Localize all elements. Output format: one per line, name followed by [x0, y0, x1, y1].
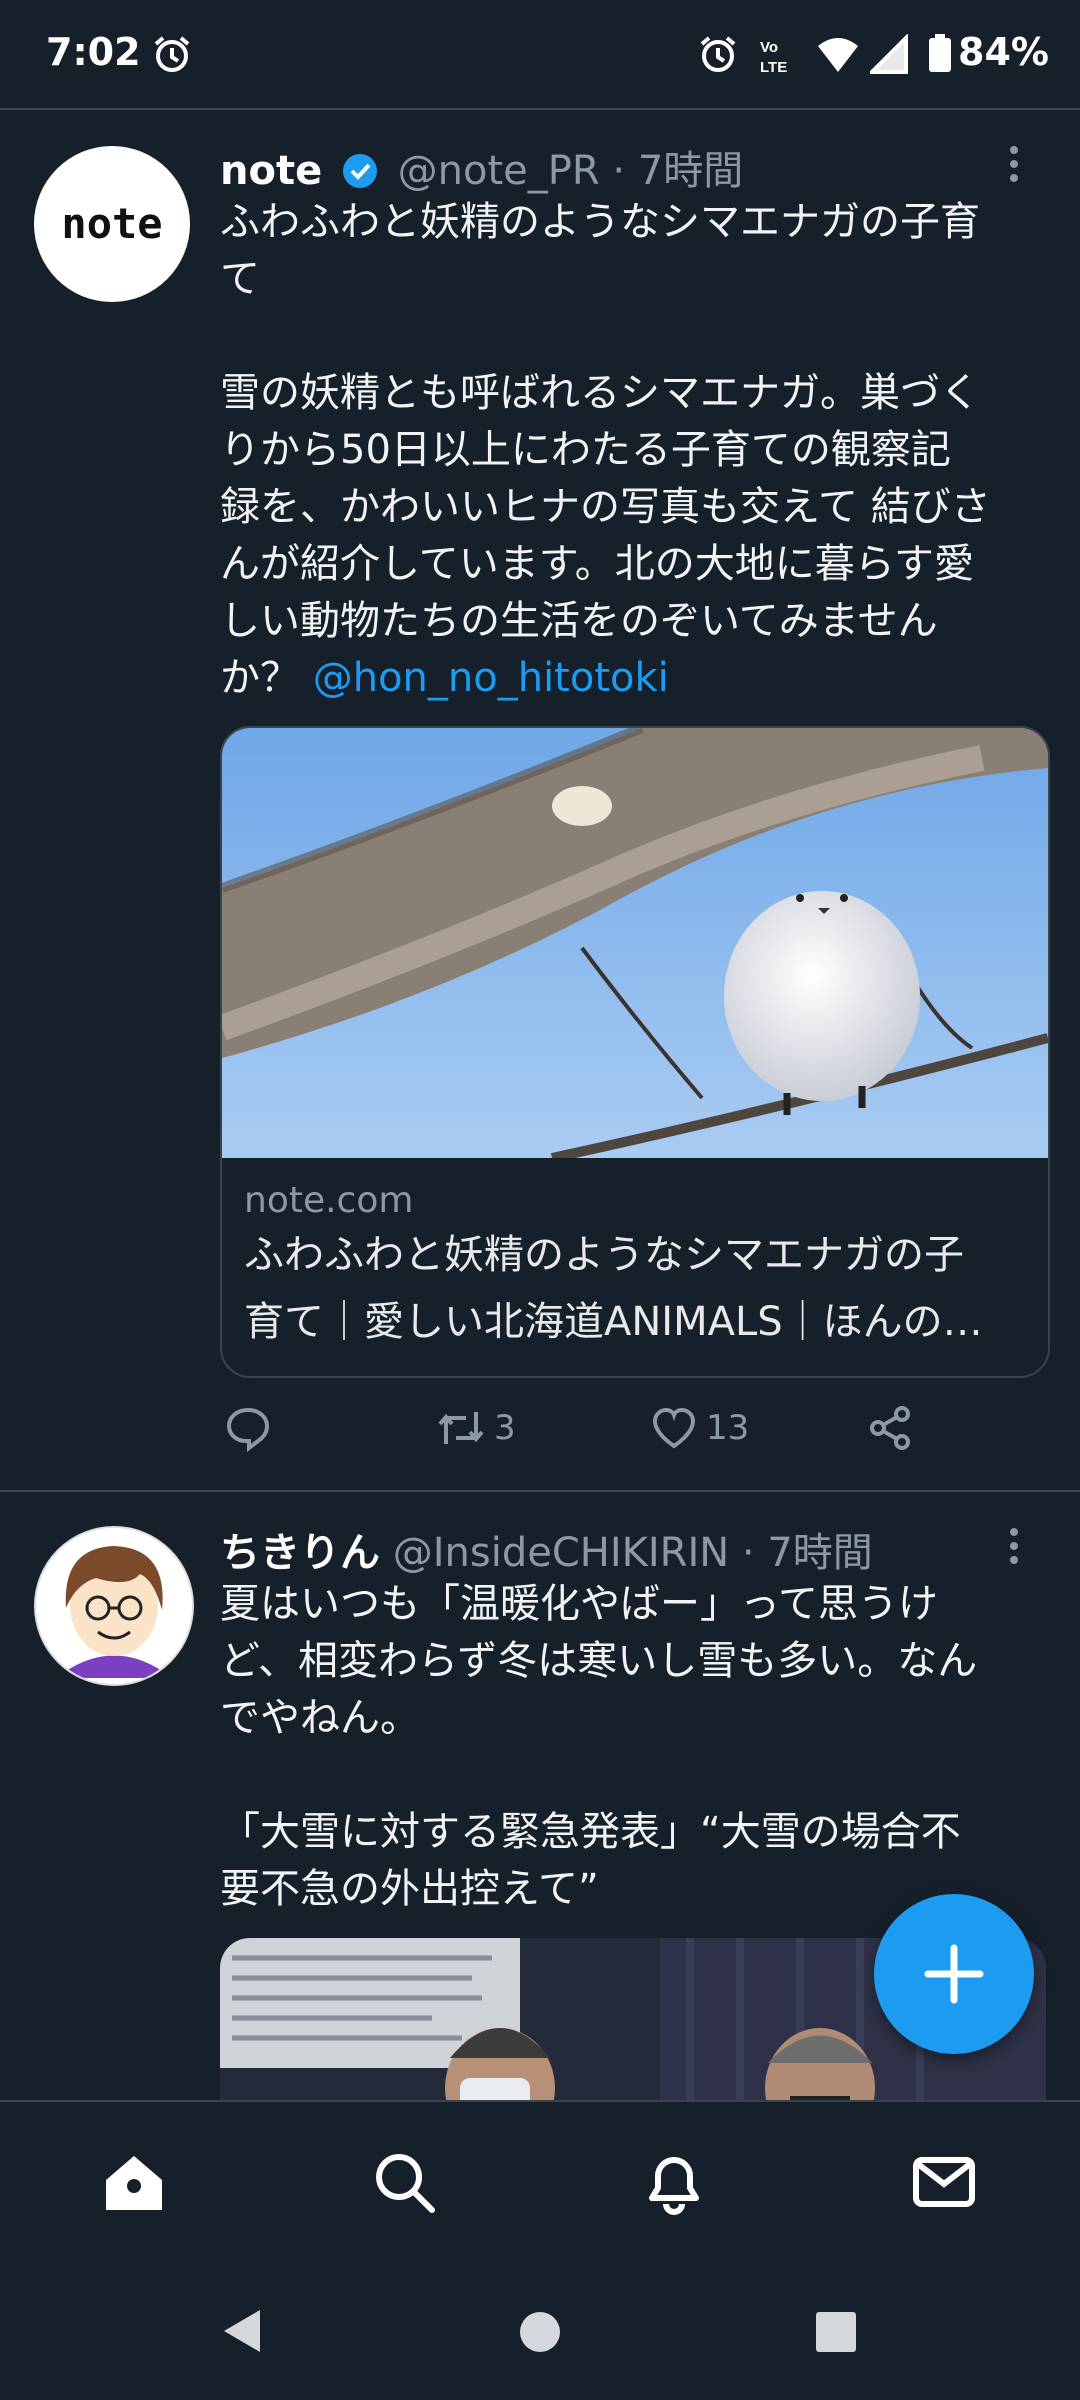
tweet-line: か？ [220, 655, 300, 701]
card-title-line: 育て｜愛しい北海道ANIMALS｜ほんの… [244, 1299, 983, 1345]
back-icon[interactable] [220, 2306, 264, 2356]
status-bar: 7:02 Vo LTE 84% [0, 0, 1080, 110]
recents-icon[interactable] [814, 2310, 858, 2354]
link-card[interactable]: note.com ふわふわと妖精のようなシマエナガの子 育て｜愛しい北海道ANI… [220, 726, 1050, 1378]
bottom-navigation [0, 2100, 1080, 2262]
alarm-icon [152, 34, 192, 78]
share-button[interactable] [866, 1404, 914, 1452]
mention-link[interactable]: @hon_no_hitotoki [313, 655, 669, 701]
card-title: ふわふわと妖精のようなシマエナガの子 育て｜愛しい北海道ANIMALS｜ほんの… [244, 1222, 1034, 1356]
retweet-icon [438, 1412, 484, 1444]
tweet-line: でやねん。 [220, 1695, 420, 1741]
notifications-icon [649, 2157, 699, 2215]
home-tab[interactable] [98, 2146, 170, 2218]
wifi-icon [816, 34, 860, 78]
card-image [222, 728, 1048, 1158]
tweet-text: 夏はいつも「温暖化やばー」って思うけ ど、相変わらず冬は寒いし雪も多い。なん で… [220, 1576, 1040, 1918]
heart-icon [652, 1407, 696, 1449]
home-circle-icon[interactable] [518, 2310, 562, 2354]
tweet-line: 夏はいつも「温暖化やばー」って思うけ [220, 1581, 938, 1627]
tweet[interactable]: note note @note_PR · 7時間 ふわふわと妖精のようなシマエナ… [0, 110, 1080, 1490]
reply-icon [226, 1407, 270, 1452]
share-icon [870, 1406, 910, 1450]
status-time: 7:02 [46, 30, 141, 74]
battery-icon [928, 34, 952, 78]
volte-icon: Vo LTE [758, 36, 800, 80]
card-title-line: ふわふわと妖精のようなシマエナガの子 [244, 1232, 964, 1278]
tweet-line: 録を、かわいいヒナの写真も交えて 結びさ [220, 484, 991, 530]
tweet-line: て [220, 256, 260, 302]
notifications-tab[interactable] [638, 2146, 710, 2218]
tweet-line: ふわふわと妖精のようなシマエナガの子育 [220, 199, 980, 245]
tweet-line: んが紹介しています。北の大地に暮らす愛 [220, 541, 974, 587]
search-tab[interactable] [368, 2146, 440, 2218]
author-handle[interactable]: @note_PR [398, 148, 600, 194]
tweet-header: note @note_PR · 7時間 [220, 138, 743, 194]
more-options-icon[interactable] [1010, 146, 1020, 188]
compose-tweet-button[interactable] [874, 1894, 1034, 2054]
author-handle[interactable]: @InsideCHIKIRIN [393, 1530, 729, 1576]
svg-text:Vo: Vo [760, 39, 778, 56]
signal-icon [867, 33, 908, 78]
tweet-line: 雪の妖精とも呼ばれるシマエナガ。巣づく [220, 370, 980, 416]
tweet-line: りから50日以上にわたる子育ての観察記 [220, 427, 951, 473]
plus-icon [924, 1944, 984, 2004]
tweet-line-blank [220, 308, 1040, 365]
battery-percent: 84% [958, 30, 1049, 74]
tweet-line-blank [220, 1747, 1040, 1804]
search-icon [376, 2154, 435, 2213]
messages-icon [913, 2157, 975, 2207]
more-options-icon[interactable] [1010, 1528, 1020, 1570]
svg-text:LTE: LTE [760, 59, 787, 76]
tweet-actions: 3 13 [220, 1404, 1020, 1464]
note-logo: note [61, 199, 162, 248]
retweet-button[interactable]: 3 [434, 1404, 516, 1452]
card-domain: note.com [244, 1180, 414, 1221]
alarm-icon [698, 34, 738, 78]
system-navigation-bar [0, 2262, 1080, 2400]
tweet-line: ど、相変わらず冬は寒いし雪も多い。なん [220, 1638, 978, 1684]
retweet-count: 3 [494, 1408, 516, 1448]
like-count: 13 [706, 1408, 750, 1448]
avatar-illustration [36, 1528, 192, 1684]
tweet-time: · 7時間 [741, 1530, 873, 1576]
avatar[interactable]: note [34, 146, 190, 302]
avatar[interactable] [34, 1526, 194, 1686]
tweet-line: しい動物たちの生活をのぞいてみません [220, 598, 938, 644]
author-name[interactable]: note [220, 148, 322, 194]
reply-button[interactable] [224, 1404, 272, 1452]
tweet-time: · 7時間 [612, 148, 744, 194]
svg-text:note: note [61, 199, 162, 248]
tweet-line: 「大雪に対する緊急発表」“大雪の場合不 [220, 1809, 961, 1855]
messages-tab[interactable] [908, 2146, 980, 2218]
tweet-text: ふわふわと妖精のようなシマエナガの子育 て 雪の妖精とも呼ばれるシマエナガ。巣づ… [220, 194, 1040, 707]
tweet-header: ちきりん @InsideCHIKIRIN · 7時間 [220, 1520, 873, 1576]
home-icon [106, 2156, 162, 2210]
author-name[interactable]: ちきりん [220, 1530, 380, 1576]
verified-icon [342, 154, 377, 188]
like-button[interactable]: 13 [650, 1404, 749, 1452]
